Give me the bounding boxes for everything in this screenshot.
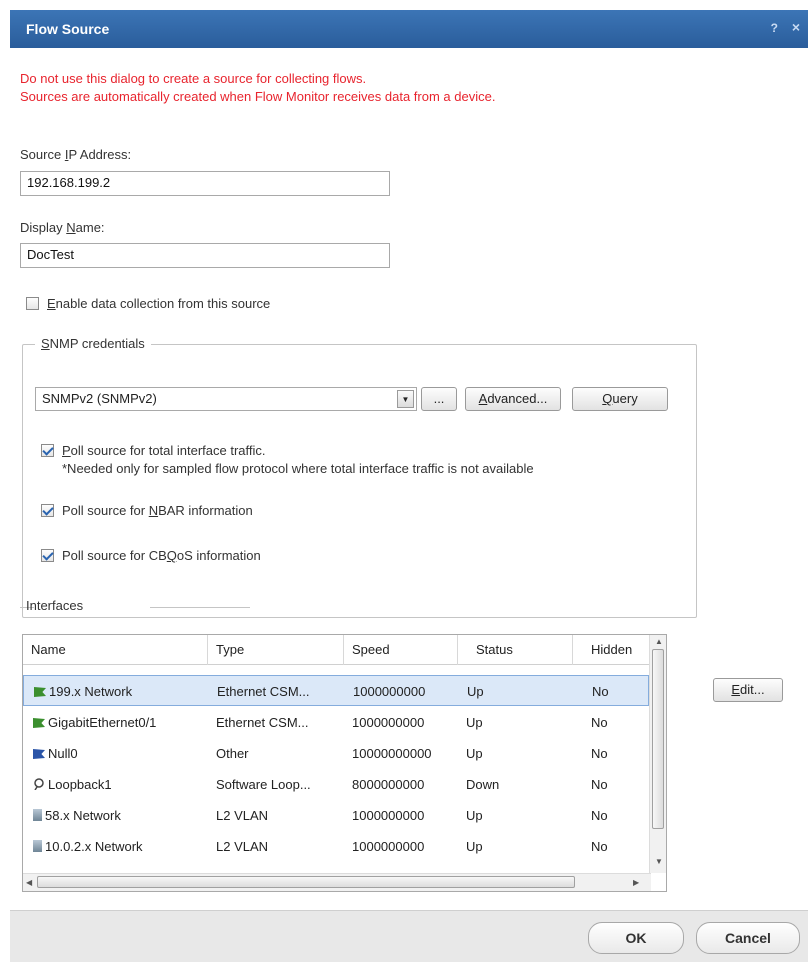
cancel-button[interactable]: Cancel bbox=[696, 922, 800, 954]
loopback-icon bbox=[34, 778, 44, 790]
interface-speed-cell: 10000000000 bbox=[352, 746, 432, 761]
column-header-hidden[interactable]: Hidden bbox=[573, 635, 651, 665]
interface-flag-icon bbox=[33, 718, 45, 728]
flow-source-dialog: Flow Source ? × Do not use this dialog t… bbox=[0, 0, 808, 962]
interfaces-divider-right bbox=[150, 607, 250, 608]
poll-cbqos-checkbox[interactable] bbox=[41, 549, 54, 562]
snmp-credentials-legend: SNMP credentials bbox=[35, 336, 151, 351]
interface-speed-cell: 1000000000 bbox=[352, 715, 425, 730]
interface-status-cell: Up bbox=[466, 746, 483, 761]
table-row[interactable]: 58.x Network L2 VLAN 1000000000 Up No bbox=[23, 800, 649, 831]
dialog-footer: OK Cancel bbox=[10, 910, 808, 962]
column-header-type[interactable]: Type bbox=[208, 635, 344, 665]
table-row[interactable]: 10.0.2.x Network L2 VLAN 1000000000 Up N… bbox=[23, 831, 649, 862]
poll-total-note: *Needed only for sampled flow protocol w… bbox=[62, 461, 534, 476]
interface-type-cell: L2 VLAN bbox=[216, 839, 269, 854]
ok-button[interactable]: OK bbox=[588, 922, 684, 954]
help-icon[interactable]: ? bbox=[771, 21, 778, 35]
interface-name-cell: Null0 bbox=[25, 738, 208, 769]
vertical-scroll-thumb[interactable] bbox=[652, 649, 664, 829]
interface-flag-icon bbox=[34, 687, 46, 697]
interface-name-cell: GigabitEthernet0/1 bbox=[25, 707, 208, 738]
interface-status-cell: Up bbox=[466, 839, 483, 854]
table-header: Name Type Speed Status Hidden bbox=[23, 635, 651, 665]
column-header-speed[interactable]: Speed bbox=[344, 635, 458, 665]
interface-name-cell: 199.x Network bbox=[26, 676, 209, 707]
enable-collection-checkbox[interactable] bbox=[26, 297, 39, 310]
source-ip-label: Source IP Address: bbox=[20, 147, 132, 162]
interface-name-cell: 10.0.2.x Network bbox=[25, 831, 208, 862]
query-button[interactable]: Query bbox=[572, 387, 668, 411]
interface-status-cell: Up bbox=[466, 715, 483, 730]
snmp-credential-value: SNMPv2 (SNMPv2) bbox=[42, 391, 157, 406]
edit-interface-button[interactable]: Edit... bbox=[713, 678, 783, 702]
close-icon[interactable]: × bbox=[792, 19, 800, 35]
dialog-title: Flow Source bbox=[26, 21, 110, 37]
interface-status-cell: Up bbox=[466, 808, 483, 823]
vlan-icon bbox=[33, 840, 42, 852]
snmp-credential-select[interactable]: SNMPv2 (SNMPv2) ▼ bbox=[35, 387, 417, 411]
horizontal-scroll-thumb[interactable] bbox=[37, 876, 575, 888]
warning-line-2: Sources are automatically created when F… bbox=[20, 89, 496, 104]
table-row[interactable]: GigabitEthernet0/1 Ethernet CSM... 10000… bbox=[23, 707, 649, 738]
scroll-right-icon[interactable]: ▶ bbox=[633, 878, 639, 887]
interface-hidden-cell: No bbox=[591, 808, 608, 823]
table-row[interactable]: Loopback1 Software Loop... 8000000000 Do… bbox=[23, 769, 649, 800]
chevron-down-icon[interactable]: ▼ bbox=[397, 390, 414, 408]
snmp-ellipsis-button[interactable]: ... bbox=[421, 387, 457, 411]
warning-message: Do not use this dialog to create a sourc… bbox=[20, 70, 495, 106]
interfaces-legend: Interfaces bbox=[26, 598, 84, 613]
interfaces-table[interactable]: Name Type Speed Status Hidden 199.x Netw… bbox=[22, 634, 667, 892]
interface-type-cell: Ethernet CSM... bbox=[216, 715, 309, 730]
dialog-titlebar: Flow Source ? × bbox=[10, 10, 808, 48]
enable-collection-row[interactable]: Enable data collection from this source bbox=[26, 296, 270, 311]
interface-hidden-cell: No bbox=[591, 715, 608, 730]
interface-hidden-cell: No bbox=[591, 746, 608, 761]
poll-nbar-row[interactable]: Poll source for NBAR information bbox=[41, 503, 253, 518]
interface-speed-cell: 1000000000 bbox=[352, 839, 425, 854]
interface-type-cell: Other bbox=[216, 746, 249, 761]
vertical-scrollbar[interactable]: ▲ ▼ bbox=[649, 635, 666, 873]
scroll-down-icon[interactable]: ▼ bbox=[655, 857, 663, 866]
interface-type-cell: Ethernet CSM... bbox=[217, 684, 310, 699]
interface-type-cell: Software Loop... bbox=[216, 777, 311, 792]
display-name-label: Display Name: bbox=[20, 220, 105, 235]
vlan-icon bbox=[33, 809, 42, 821]
advanced-button[interactable]: Advanced... bbox=[465, 387, 561, 411]
interface-type-cell: L2 VLAN bbox=[216, 808, 269, 823]
poll-total-checkbox[interactable] bbox=[41, 444, 54, 457]
interface-name-cell: Loopback1 bbox=[25, 769, 208, 800]
horizontal-scrollbar[interactable]: ◀ ▶ bbox=[23, 873, 651, 891]
warning-line-1: Do not use this dialog to create a sourc… bbox=[20, 71, 367, 86]
dialog-body: Do not use this dialog to create a sourc… bbox=[10, 48, 808, 910]
column-header-status[interactable]: Status bbox=[458, 635, 573, 665]
interface-status-cell: Up bbox=[467, 684, 484, 699]
interface-speed-cell: 1000000000 bbox=[353, 684, 426, 699]
interface-hidden-cell: No bbox=[591, 777, 608, 792]
snmp-credentials-group: SNMP credentials SNMPv2 (SNMPv2) ▼ ... A… bbox=[22, 336, 697, 618]
interface-status-cell: Down bbox=[466, 777, 500, 792]
poll-cbqos-row[interactable]: Poll source for CBQoS information bbox=[41, 548, 261, 563]
interface-speed-cell: 8000000000 bbox=[352, 777, 425, 792]
table-row[interactable]: Null0 Other 10000000000 Up No bbox=[23, 738, 649, 769]
scroll-up-icon[interactable]: ▲ bbox=[655, 637, 663, 646]
column-header-name[interactable]: Name bbox=[23, 635, 208, 665]
display-name-input[interactable]: DocTest bbox=[20, 243, 390, 268]
interface-speed-cell: 1000000000 bbox=[352, 808, 425, 823]
poll-total-row[interactable]: Poll source for total interface traffic.… bbox=[41, 442, 534, 478]
interface-name-cell: 58.x Network bbox=[25, 800, 208, 831]
scroll-left-icon[interactable]: ◀ bbox=[26, 878, 32, 887]
interface-hidden-cell: No bbox=[592, 684, 609, 699]
source-ip-input[interactable]: 192.168.199.2 bbox=[20, 171, 390, 196]
interface-hidden-cell: No bbox=[591, 839, 608, 854]
table-row[interactable]: 199.x Network Ethernet CSM... 1000000000… bbox=[23, 675, 649, 706]
poll-nbar-checkbox[interactable] bbox=[41, 504, 54, 517]
interface-flag-icon bbox=[33, 749, 45, 759]
